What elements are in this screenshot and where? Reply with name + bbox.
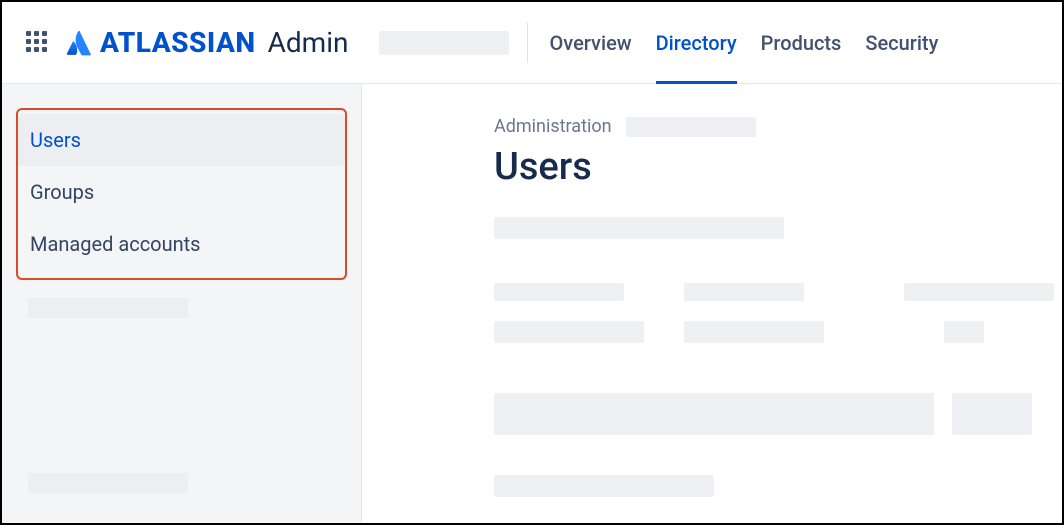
divider (527, 23, 528, 63)
topnav-products[interactable]: Products (761, 2, 842, 83)
app-switcher-icon[interactable] (26, 31, 50, 55)
content-placeholder (684, 321, 824, 343)
sidebar-item-managed-accounts[interactable]: Managed accounts (18, 218, 345, 270)
content-placeholder (494, 217, 784, 239)
sidebar-item-groups[interactable]: Groups (18, 166, 345, 218)
sidebar-highlight-box: Users Groups Managed accounts (16, 108, 347, 280)
content-placeholder-row (494, 283, 1062, 301)
topnav-security[interactable]: Security (865, 2, 938, 83)
brand-company: ATLASSIAN (100, 26, 256, 59)
sidebar-placeholder (28, 298, 188, 318)
sidebar-item-users[interactable]: Users (18, 114, 345, 166)
content-placeholder (684, 283, 804, 301)
content-placeholder-row (494, 321, 1062, 343)
sidebar: Users Groups Managed accounts (2, 84, 362, 523)
brand-product: Admin (268, 26, 349, 59)
topnav-directory[interactable]: Directory (656, 2, 737, 83)
content-placeholder (944, 321, 984, 343)
content-placeholder (494, 321, 644, 343)
topbar: ATLASSIAN Admin Overview Directory Produ… (2, 2, 1062, 84)
page-title: Users (494, 145, 1062, 189)
top-navigation: Overview Directory Products Security (550, 2, 939, 83)
breadcrumb: Administration (494, 116, 1062, 137)
org-name-placeholder (379, 31, 509, 55)
atlassian-logo-icon (64, 29, 92, 57)
content-placeholder (494, 393, 934, 435)
content-placeholder (904, 283, 1054, 301)
breadcrumb-placeholder (626, 117, 756, 137)
main-content: Administration Users (362, 84, 1062, 523)
body: Users Groups Managed accounts Administra… (2, 84, 1062, 523)
topnav-overview[interactable]: Overview (550, 2, 632, 83)
content-placeholder (952, 393, 1032, 435)
app-frame: ATLASSIAN Admin Overview Directory Produ… (0, 0, 1064, 525)
breadcrumb-root[interactable]: Administration (494, 116, 612, 137)
content-placeholder (494, 283, 624, 301)
content-placeholder (494, 475, 714, 497)
brand-logo[interactable]: ATLASSIAN Admin (64, 26, 349, 59)
sidebar-placeholder-bottom (28, 473, 188, 493)
content-placeholder-row (494, 393, 1062, 435)
